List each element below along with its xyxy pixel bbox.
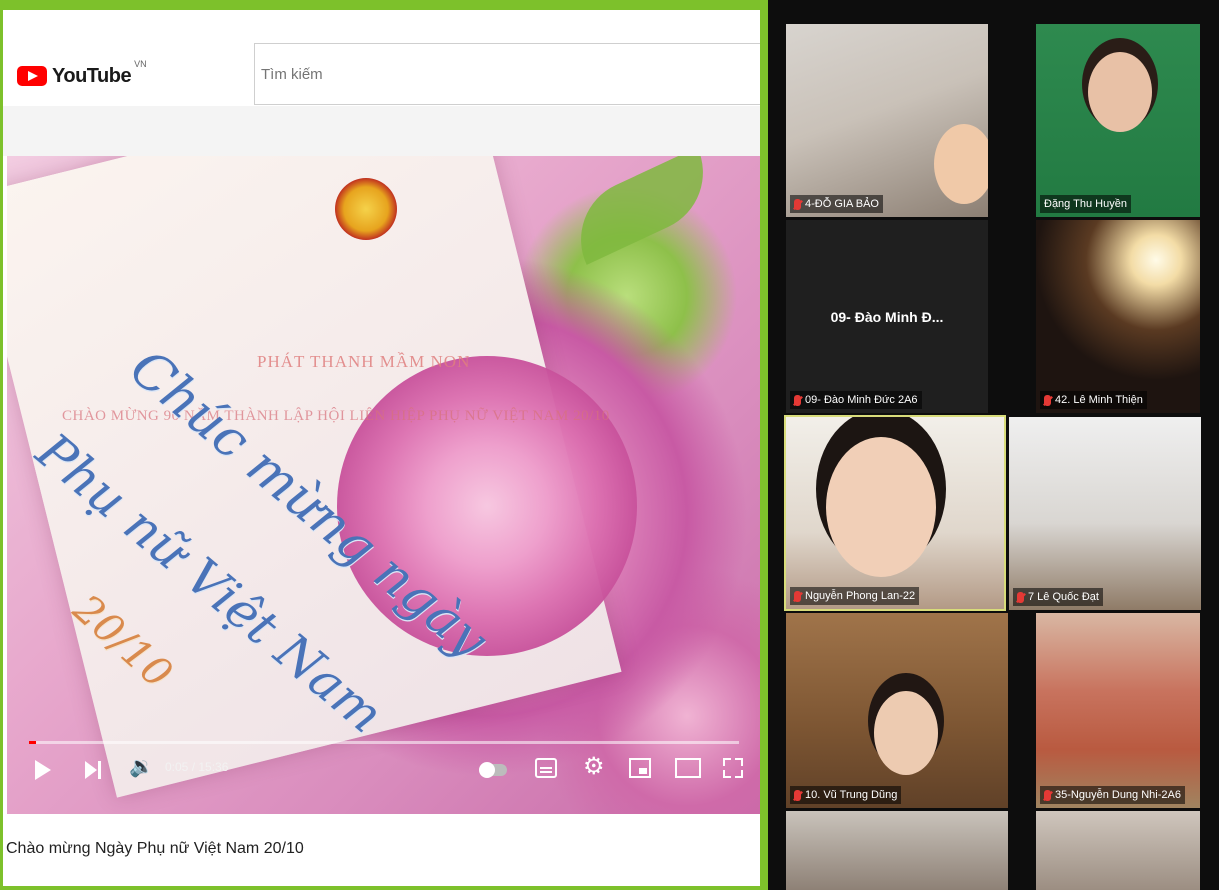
- settings-gear-icon[interactable]: ⚙: [583, 752, 605, 781]
- youtube-header: YouTube VN: [3, 10, 760, 106]
- participant-tile-active-speaker[interactable]: Nguyễn Phong Lan-22: [784, 415, 1006, 611]
- video-title[interactable]: Chào mừng Ngày Phụ nữ Việt Nam 20/10: [6, 840, 304, 858]
- participant-name-label: 42. Lê Minh Thiện: [1040, 391, 1147, 409]
- participant-name-label: 4-ĐỖ GIA BẢO: [790, 195, 883, 213]
- youtube-logo-text: YouTube: [52, 64, 132, 87]
- youtube-logo[interactable]: YouTube VN: [17, 59, 147, 89]
- theater-mode-icon[interactable]: [675, 758, 701, 778]
- progress-bar[interactable]: [29, 741, 739, 744]
- mic-muted-icon: [1044, 789, 1051, 801]
- participant-tile[interactable]: 09- Đào Minh Đ... 09- Đào Minh Đức 2A6: [786, 220, 988, 413]
- mic-muted-icon: [794, 789, 801, 801]
- mic-muted-icon: [1044, 394, 1051, 406]
- participant-tile[interactable]: 4-ĐỖ GIA BẢO: [786, 24, 988, 217]
- participant-video: [826, 437, 936, 577]
- participant-name-label: 35-Nguyễn Dung Nhi-2A6: [1040, 786, 1185, 804]
- fullscreen-icon[interactable]: [723, 758, 743, 778]
- player-controls: 🔉 0:05 / 15:36 ⚙: [7, 752, 760, 802]
- participant-video: [1088, 52, 1152, 132]
- miniplayer-icon[interactable]: [629, 758, 651, 778]
- header-spacer: [3, 106, 760, 156]
- mic-muted-icon: [794, 198, 801, 210]
- participant-name-label: 7 Lê Quốc Đạt: [1013, 588, 1103, 606]
- autoplay-toggle-icon[interactable]: [479, 762, 507, 778]
- participant-name-label: Đặng Thu Huyền: [1040, 195, 1131, 213]
- youtube-page: YouTube VN PHÁT THANH MẦM NON CHÀO MỪNG …: [3, 10, 760, 886]
- participant-tile[interactable]: 10. Vũ Trung Dũng: [786, 613, 1008, 808]
- video-overlay-subtitle: CHÀO MỪNG 90 NĂM THÀNH LẬP HỘI LIÊN HIỆP…: [62, 408, 610, 424]
- participant-video: [934, 124, 988, 204]
- volume-icon[interactable]: 🔉: [129, 754, 154, 779]
- mic-muted-icon: [1017, 591, 1024, 603]
- emblem-graphic: [335, 178, 397, 240]
- participant-tile[interactable]: 7 Lê Quốc Đạt: [1009, 417, 1201, 610]
- mic-muted-icon: [794, 394, 801, 406]
- region-code: VN: [134, 59, 147, 69]
- participant-tile[interactable]: Đặng Thu Huyền: [1036, 24, 1200, 217]
- video-leaf-graphic: [561, 156, 723, 265]
- participant-tile[interactable]: 35-Nguyễn Dung Nhi-2A6: [1036, 613, 1200, 808]
- screen-share-frame: YouTube VN PHÁT THANH MẦM NON CHÀO MỪNG …: [0, 0, 768, 890]
- participant-tile[interactable]: [786, 811, 1008, 890]
- participant-tile[interactable]: 42. Lê Minh Thiện: [1036, 220, 1200, 413]
- play-icon[interactable]: [35, 760, 51, 780]
- captions-icon[interactable]: [535, 758, 557, 778]
- participant-name-label: 10. Vũ Trung Dũng: [790, 786, 902, 804]
- video-player[interactable]: PHÁT THANH MẦM NON CHÀO MỪNG 90 NĂM THÀN…: [7, 156, 760, 814]
- time-display: 0:05 / 15:36: [165, 760, 229, 774]
- progress-bar-played: [29, 741, 37, 744]
- search-input[interactable]: [254, 43, 760, 105]
- participant-name-label: Nguyễn Phong Lan-22: [790, 587, 920, 605]
- mic-muted-icon: [794, 590, 801, 602]
- youtube-play-logo-icon: [17, 66, 47, 86]
- video-overlay-title: PHÁT THANH MẦM NON: [257, 352, 471, 371]
- participant-center-name: 09- Đào Minh Đ...: [830, 308, 944, 325]
- participant-video: [874, 691, 938, 775]
- video-rose-graphic: [337, 356, 637, 656]
- participant-name-label: 09- Đào Minh Đức 2A6: [790, 391, 922, 409]
- participant-gallery: 4-ĐỖ GIA BẢO Đặng Thu Huyền 09- Đào Minh…: [782, 0, 1219, 890]
- participant-tile[interactable]: [1036, 811, 1200, 890]
